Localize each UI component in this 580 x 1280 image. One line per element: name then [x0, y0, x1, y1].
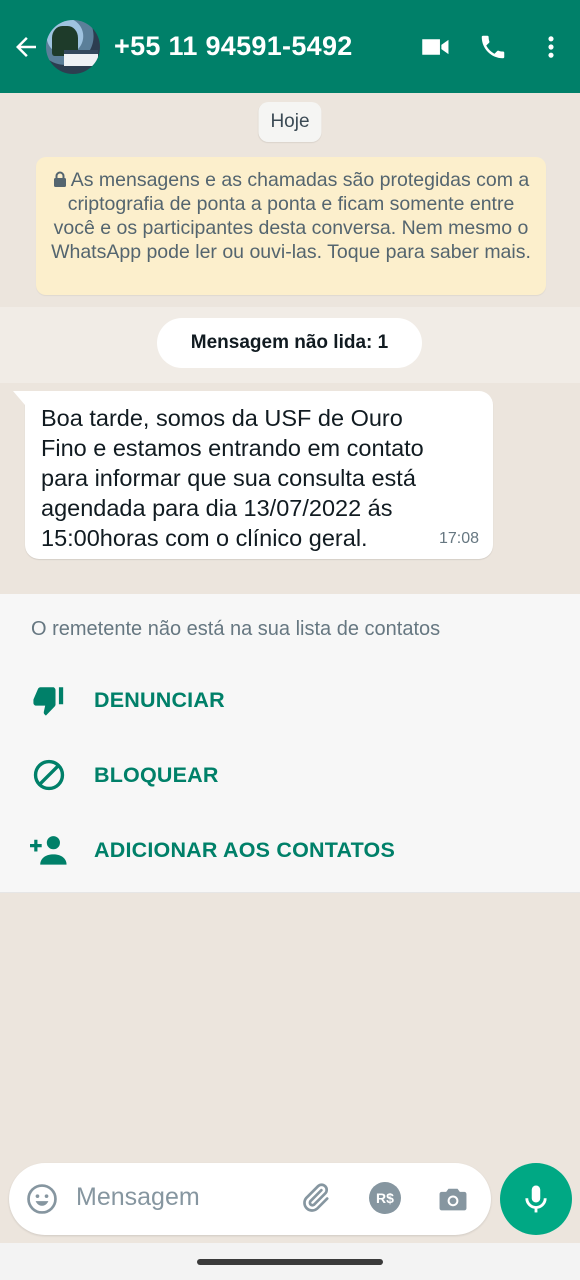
contact-name[interactable]: +55 11 94591-5492	[114, 31, 406, 62]
message-input[interactable]: Mensagem	[76, 1183, 200, 1212]
chat-area[interactable]: Hoje As mensagens e as chamadas são prot…	[0, 93, 580, 1155]
voice-call-button[interactable]	[464, 0, 522, 93]
back-button[interactable]	[6, 0, 46, 93]
add-contact-icon	[30, 831, 68, 869]
thumbs-down-icon	[30, 681, 68, 719]
emoji-button[interactable]	[25, 1182, 59, 1221]
voice-message-button[interactable]	[500, 1163, 572, 1235]
lock-icon	[53, 171, 66, 187]
payment-button[interactable]: R$	[369, 1182, 401, 1214]
block-icon	[30, 756, 68, 794]
home-gesture-handle[interactable]	[197, 1259, 383, 1265]
avatar[interactable]	[46, 19, 100, 74]
back-arrow-icon	[16, 36, 36, 57]
voice-call-icon	[481, 35, 505, 58]
incoming-message[interactable]: Boa tarde, somos da USF de Ouro Fino e e…	[13, 391, 493, 559]
camera-button[interactable]	[436, 1182, 470, 1221]
encryption-notice[interactable]: As mensagens e as chamadas são protegida…	[36, 157, 546, 295]
emoji-icon	[27, 1184, 57, 1214]
unknown-sender-panel: O remetente não está na sua lista de con…	[0, 594, 580, 893]
more-options-button[interactable]	[522, 0, 580, 93]
add-contact-button[interactable]: ADICIONAR AOS CONTATOS	[30, 830, 395, 870]
message-text: Boa tarde, somos da USF de Ouro Fino e e…	[41, 405, 424, 551]
message-composer[interactable]: Mensagem R$	[9, 1163, 491, 1235]
attach-button[interactable]	[298, 1181, 332, 1220]
add-contact-label: ADICIONAR AOS CONTATOS	[94, 837, 396, 862]
paperclip-icon	[303, 1183, 329, 1212]
block-label: BLOQUEAR	[94, 762, 219, 787]
more-options-icon	[548, 35, 554, 58]
microphone-icon	[525, 1185, 547, 1213]
avatar-building	[64, 49, 98, 66]
block-button[interactable]: BLOQUEAR	[30, 755, 218, 795]
unread-messages-chip: Mensagem não lida: 1	[157, 318, 422, 368]
unknown-sender-notice: O remetente não está na sua lista de con…	[31, 618, 441, 640]
message-time: 17:08	[438, 530, 479, 547]
video-call-icon	[422, 38, 449, 55]
system-nav-bar	[0, 1243, 580, 1280]
chat-header: +55 11 94591-5492	[0, 0, 580, 93]
report-label: DENUNCIAR	[94, 687, 225, 712]
camera-icon	[439, 1188, 467, 1211]
video-call-button[interactable]	[406, 0, 464, 93]
date-chip: Hoje	[258, 102, 322, 142]
encryption-text: As mensagens e as chamadas são protegida…	[51, 169, 531, 263]
report-button[interactable]: DENUNCIAR	[30, 680, 225, 720]
